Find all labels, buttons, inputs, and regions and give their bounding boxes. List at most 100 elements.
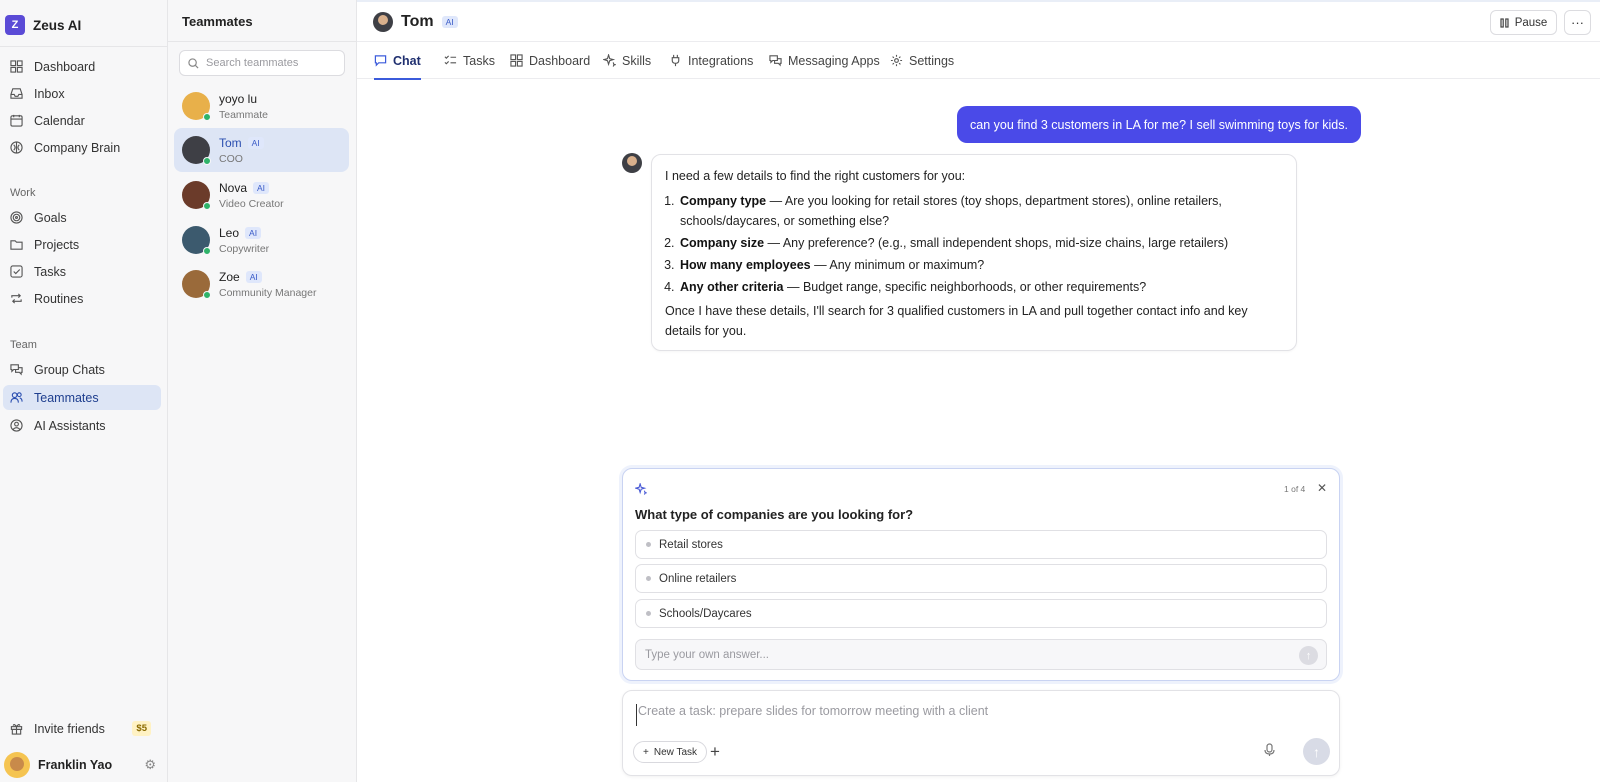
nav-item-routines[interactable]: Routines: [3, 286, 161, 311]
teammate-item[interactable]: Leo AI Copywriter: [174, 218, 349, 262]
inbox-icon: [10, 88, 23, 99]
ai-badge: AI: [247, 136, 264, 149]
list-item: Company size — Any preference? (e.g., sm…: [678, 233, 1283, 253]
bullet-icon: [646, 611, 651, 616]
tab-label: Chat: [393, 53, 421, 68]
tab-chat[interactable]: Chat: [374, 42, 421, 80]
tab-bar: Chat Tasks Dashboard Skills Integrations…: [357, 42, 1600, 80]
tab-settings[interactable]: Settings: [890, 42, 954, 79]
ai-badge: AI: [253, 181, 270, 194]
nav-item-calendar[interactable]: Calendar: [3, 108, 161, 133]
ai-badge: AI: [245, 270, 262, 283]
teammate-item-active[interactable]: Tom AI COO: [174, 128, 349, 172]
nav-item-teammates[interactable]: Teammates: [3, 385, 161, 410]
option-label: Retail stores: [659, 538, 723, 551]
gear-icon: [890, 54, 903, 67]
tab-tasks[interactable]: Tasks: [444, 42, 495, 79]
invite-badge: $5: [132, 721, 151, 736]
tab-dashboard[interactable]: Dashboard: [510, 42, 590, 79]
search-input[interactable]: [206, 57, 336, 69]
nav-item-dashboard[interactable]: Dashboard: [3, 54, 161, 79]
sparkle-icon: [603, 54, 616, 67]
answer-option[interactable]: Schools/Daycares: [635, 599, 1327, 628]
teammate-role: COO: [219, 152, 243, 165]
gear-icon[interactable]: ⚙: [144, 757, 156, 773]
tab-label: Tasks: [463, 53, 495, 68]
nav-item-label: Inbox: [34, 86, 65, 101]
pause-button[interactable]: Pause: [1490, 10, 1557, 35]
teammates-search[interactable]: [179, 50, 345, 76]
item-text: — Any preference? (e.g., small independe…: [764, 236, 1229, 250]
send-answer-button[interactable]: ↑: [1299, 646, 1318, 665]
nav-item-group-chats[interactable]: Group Chats: [3, 357, 161, 382]
nav-item-inbox[interactable]: Inbox: [3, 81, 161, 106]
avatar: [622, 153, 642, 173]
nav-item-label: Projects: [34, 237, 80, 252]
teammate-name: Zoe: [219, 269, 240, 284]
teammates-panel: Teammates yoyo lu Teammate Tom AI COO Nov…: [168, 0, 357, 782]
custom-answer-field[interactable]: ↑: [635, 639, 1327, 670]
teammate-role: Community Manager: [219, 286, 317, 299]
online-dot: [203, 291, 211, 299]
tab-label: Skills: [622, 53, 652, 68]
task-input[interactable]: [636, 704, 1316, 726]
list-item: Company type — Are you looking for retai…: [678, 191, 1283, 231]
teammate-item[interactable]: Nova AI Video Creator: [174, 173, 349, 217]
nav-item-goals[interactable]: Goals: [3, 205, 161, 230]
avatar: [182, 181, 211, 210]
teammate-role: Copywriter: [219, 242, 270, 255]
answer-option[interactable]: Retail stores: [635, 530, 1327, 559]
tab-label: Integrations: [688, 53, 754, 68]
list-item: How many employees — Any minimum or maxi…: [678, 255, 1283, 275]
question-counter: 1 of 4: [1284, 484, 1306, 494]
grid-icon: [510, 54, 523, 67]
nav-item-tasks[interactable]: Tasks: [3, 259, 161, 284]
new-task-button[interactable]: + New Task: [633, 741, 708, 763]
teammate-item[interactable]: yoyo lu Teammate: [174, 84, 349, 128]
avatar: [182, 92, 211, 121]
chat-title: Tom AI: [373, 12, 458, 32]
list-item: Any other criteria — Budget range, speci…: [678, 277, 1283, 297]
grid-icon: [10, 60, 23, 73]
pause-label: Pause: [1514, 16, 1548, 29]
bullet-icon: [646, 576, 651, 581]
avatar: [4, 752, 30, 778]
invite-label: Invite friends: [34, 721, 105, 736]
plug-icon: [671, 54, 680, 67]
target-icon: [10, 211, 23, 224]
brand-name: Zeus AI: [33, 17, 82, 33]
tab-messaging-apps[interactable]: Messaging Apps: [769, 42, 880, 79]
nav-item-label: Goals: [34, 210, 67, 225]
nav-item-label: AI Assistants: [34, 418, 106, 433]
brand[interactable]: Z Zeus AI: [5, 15, 81, 35]
question-text: What type of companies are you looking f…: [635, 507, 914, 522]
close-icon[interactable]: ✕: [1317, 481, 1327, 495]
checkbox-icon: [10, 265, 23, 278]
current-user[interactable]: Franklin Yao ⚙: [4, 752, 164, 778]
nav-item-company-brain[interactable]: Company Brain: [3, 135, 161, 160]
teammate-role: Video Creator: [219, 197, 284, 210]
teammate-item[interactable]: Zoe AI Community Manager: [174, 262, 349, 306]
answer-option[interactable]: Online retailers: [635, 564, 1327, 593]
custom-answer-input[interactable]: [645, 648, 1285, 661]
online-dot: [203, 113, 211, 121]
tab-integrations[interactable]: Integrations: [669, 42, 753, 79]
nav-item-ai-assistants[interactable]: AI Assistants: [3, 413, 161, 438]
nav-item-label: Group Chats: [34, 362, 105, 377]
more-options-button[interactable]: ···: [1564, 10, 1591, 35]
teammate-name: Nova: [219, 180, 248, 195]
folder-icon: [10, 240, 23, 250]
users-icon: [10, 392, 23, 403]
send-button[interactable]: ↑: [1303, 738, 1330, 765]
pause-icon: [1500, 17, 1509, 28]
message-list: Company type — Are you looking for retai…: [665, 191, 1283, 297]
tab-skills[interactable]: Skills: [603, 42, 651, 79]
invite-friends[interactable]: Invite friends $5: [3, 716, 161, 741]
repeat-icon: [11, 293, 22, 304]
nav-item-label: Dashboard: [34, 59, 96, 74]
add-attachment-button[interactable]: +: [710, 741, 720, 763]
nav-item-label: Company Brain: [34, 140, 121, 155]
message-composer: + New Task + ↑: [622, 690, 1340, 776]
nav-item-projects[interactable]: Projects: [3, 232, 161, 257]
microphone-icon[interactable]: [1263, 743, 1276, 757]
